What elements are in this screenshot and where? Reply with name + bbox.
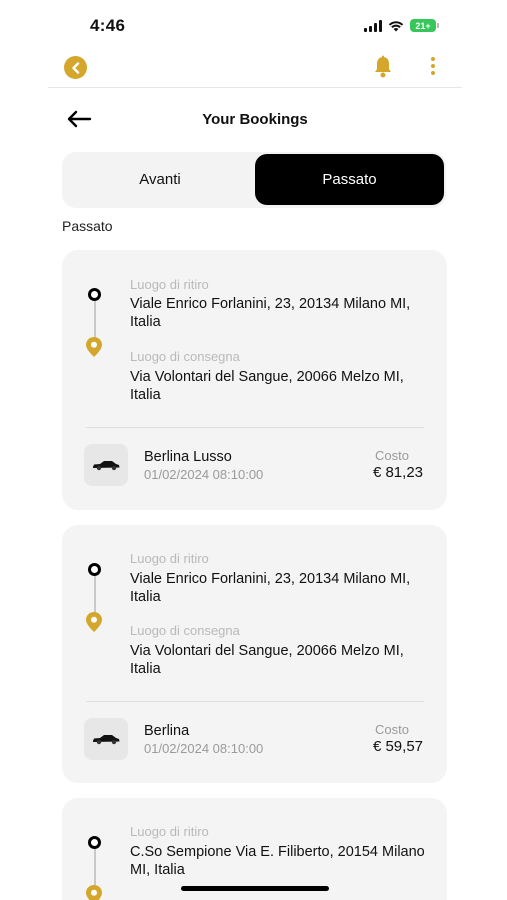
pickup-label: Luogo di ritiro	[130, 824, 209, 839]
dropoff-label: Luogo di consegna	[130, 623, 240, 638]
location-pin-icon	[86, 612, 102, 632]
home-indicator	[181, 886, 329, 891]
route-line	[93, 849, 96, 886]
start-dot-icon	[88, 563, 101, 576]
car-type: Berlina	[144, 723, 190, 739]
pickup-address: C.So Sempione Via E. Filiberto, 20154 Mi…	[130, 844, 425, 878]
booking-card[interactable]: Luogo di ritiro Viale Enrico Forlanini, …	[62, 250, 447, 510]
chevron-left-icon	[71, 61, 79, 74]
start-dot-icon	[88, 836, 101, 849]
car-icon	[93, 735, 120, 745]
notifications-button[interactable]	[373, 55, 393, 84]
car-icon	[93, 461, 120, 471]
tab-avanti[interactable]: Avanti	[66, 154, 254, 205]
battery-icon: 21+	[410, 19, 439, 32]
pickup-address: Viale Enrico Forlanini, 23, 20134 Milano…	[130, 571, 411, 605]
cost-value: € 59,57	[372, 738, 423, 755]
dropoff-address: Via Volontari del Sangue, 20066 Melzo MI…	[130, 643, 404, 677]
route-line	[93, 576, 96, 613]
cost-label: Costo	[375, 448, 409, 463]
tab-passato[interactable]: Passato	[255, 154, 444, 205]
page-header: Your Bookings	[48, 100, 462, 140]
pickup-label: Luogo di ritiro	[130, 551, 209, 566]
status-time: 4:46	[90, 16, 126, 35]
car-thumbnail	[84, 444, 128, 486]
signal-icon	[364, 19, 382, 32]
pickup-label: Luogo di ritiro	[130, 277, 209, 292]
card-divider	[86, 427, 424, 428]
back-button[interactable]	[64, 56, 87, 79]
booking-datetime: 01/02/2024 08:10:00	[144, 467, 264, 482]
wifi-icon	[388, 20, 404, 31]
bell-icon	[375, 55, 391, 78]
more-vertical-icon[interactable]	[431, 57, 435, 75]
status-bar: 4:46 21+	[48, 0, 462, 52]
page-title: Your Bookings	[202, 111, 308, 128]
location-pin-icon	[86, 337, 102, 357]
booking-card[interactable]: Luogo di ritiro Viale Enrico Forlanini, …	[62, 525, 447, 783]
cost-value: € 81,23	[372, 464, 423, 481]
car-type: Berlina Lusso	[144, 449, 232, 465]
dropoff-address: Via Volontari del Sangue, 20066 Melzo MI…	[130, 369, 404, 403]
booking-card[interactable]: Luogo di ritiro C.So Sempione Via E. Fil…	[62, 798, 447, 900]
route-line	[93, 301, 96, 338]
booking-datetime: 01/02/2024 08:10:00	[144, 741, 264, 756]
car-thumbnail	[84, 718, 128, 760]
pickup-address: Viale Enrico Forlanini, 23, 20134 Milano…	[130, 296, 411, 330]
start-dot-icon	[88, 288, 101, 301]
app-bar	[48, 52, 462, 88]
card-divider	[86, 701, 424, 702]
location-pin-icon	[86, 885, 102, 900]
dropoff-label: Luogo di consegna	[130, 349, 240, 364]
section-label: Passato	[62, 218, 113, 234]
status-icons: 21+	[364, 19, 439, 32]
cost-label: Costo	[375, 722, 409, 737]
bookings-tabs: Avanti Passato	[62, 152, 446, 208]
